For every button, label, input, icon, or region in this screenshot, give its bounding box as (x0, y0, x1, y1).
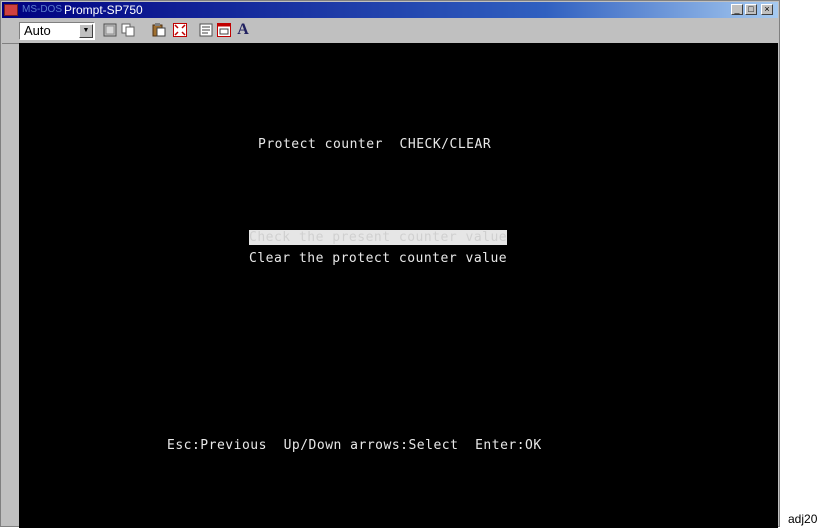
background-icon[interactable] (216, 23, 232, 39)
ms-dos-window: MS-DOS Prompt-SP750 _ □ × Auto ▼ A Prote… (0, 0, 780, 528)
maximize-button[interactable]: □ (745, 4, 757, 15)
copy-icon[interactable] (120, 23, 136, 39)
minimize-button[interactable]: _ (731, 4, 743, 15)
figure-caption: adj20 (788, 512, 818, 526)
menu-item-clear-counter[interactable]: Clear the protect counter value (249, 251, 507, 266)
toolbar: Auto ▼ A (2, 19, 778, 44)
menu-heading: Protect counter CHECK/CLEAR (258, 137, 492, 152)
properties-icon[interactable] (198, 23, 214, 39)
font-icon[interactable]: A (235, 22, 251, 39)
mark-icon[interactable] (102, 23, 118, 39)
chevron-down-icon[interactable]: ▼ (79, 24, 93, 38)
menu-item-check-counter[interactable]: Check the present counter value (249, 230, 508, 245)
fullscreen-icon[interactable] (172, 23, 188, 39)
title-prefix: MS-DOS (22, 4, 62, 15)
console-screen[interactable]: Protect counter CHECK/CLEAR Check the pr… (19, 43, 778, 528)
close-button[interactable]: × (761, 4, 773, 15)
ms-dos-app-icon[interactable] (4, 4, 18, 16)
font-size-select[interactable]: Auto ▼ (19, 22, 95, 40)
window-title: Prompt-SP750 (64, 3, 143, 17)
key-help-footer: Esc:Previous Up/Down arrows:Select Enter… (167, 438, 542, 453)
paste-icon[interactable] (151, 23, 167, 39)
font-size-value: Auto (24, 23, 51, 38)
title-bar[interactable]: MS-DOS Prompt-SP750 _ □ × (2, 2, 778, 18)
